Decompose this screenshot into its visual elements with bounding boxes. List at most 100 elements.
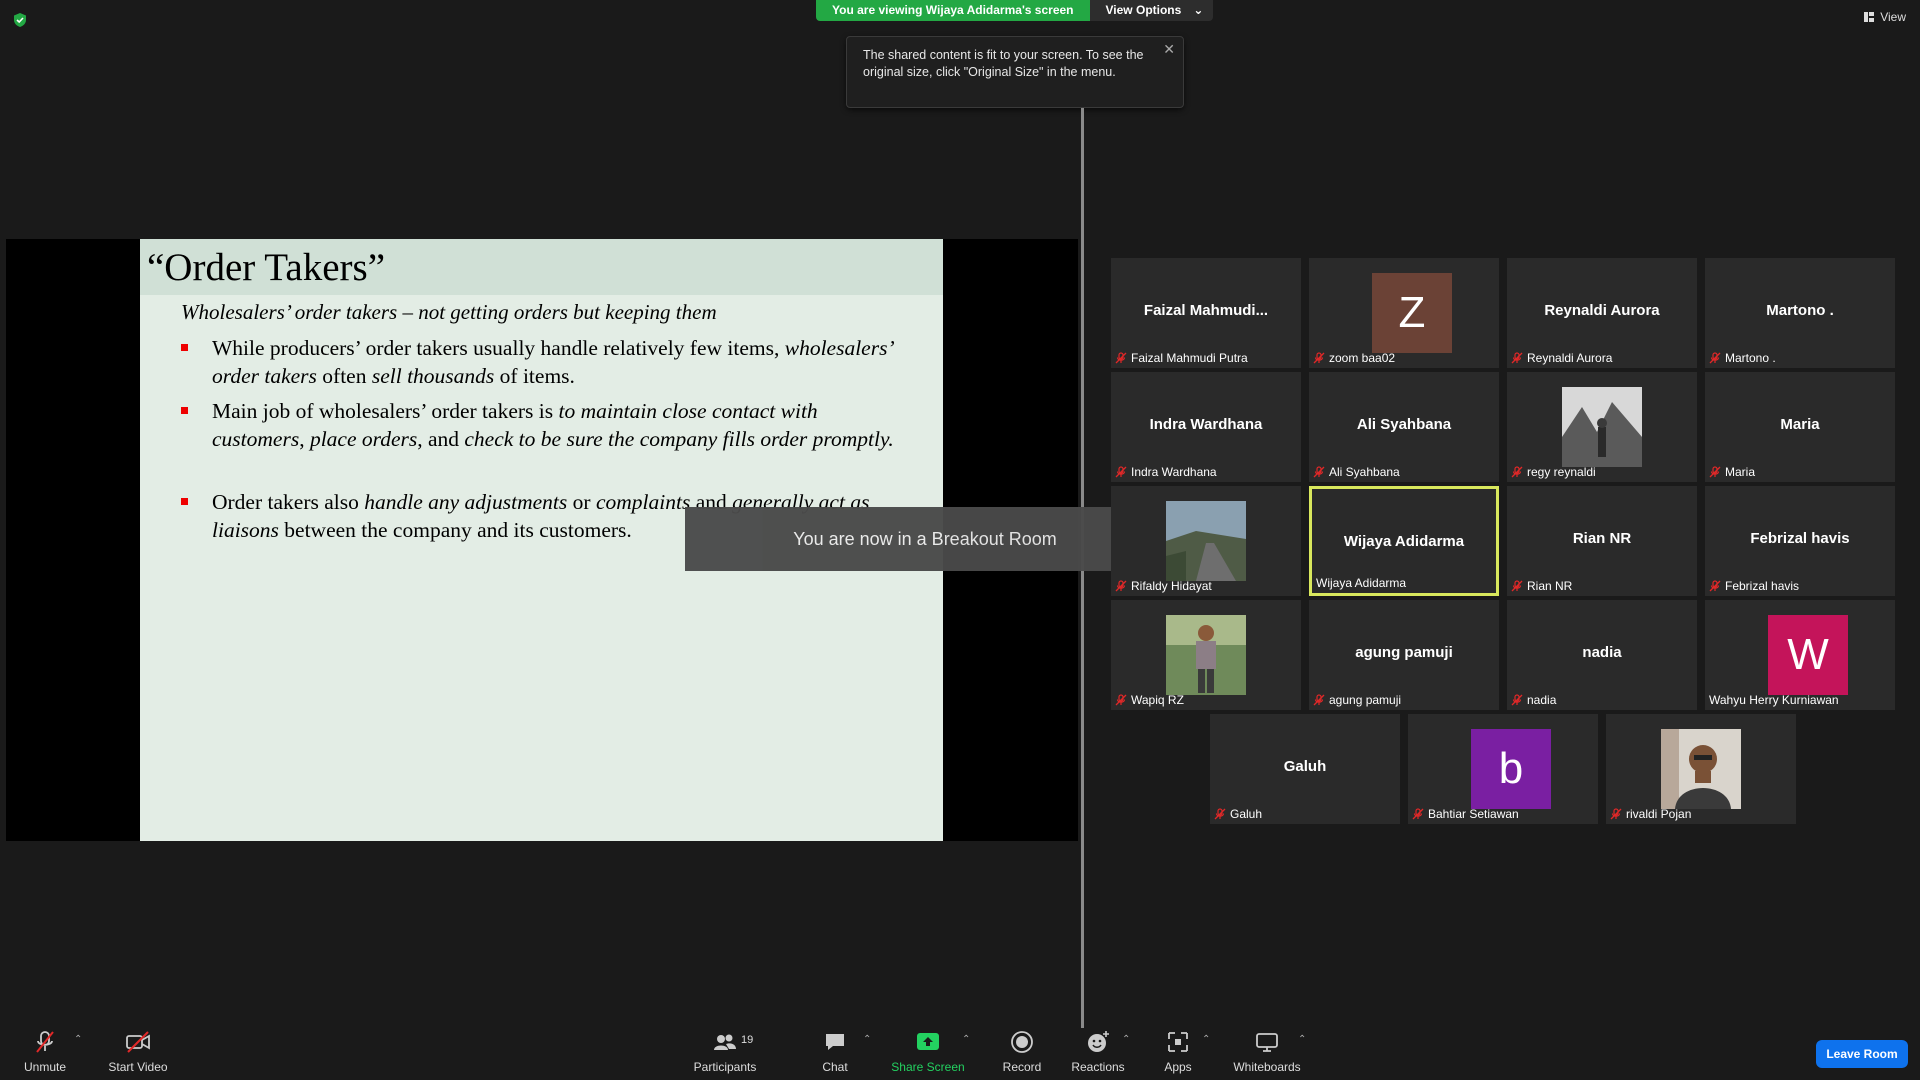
- participant-photo: [1562, 387, 1642, 467]
- participant-display-name: Ali Syahbana: [1356, 416, 1452, 433]
- participant-tile[interactable]: Febrizal havis Febrizal havis: [1705, 486, 1895, 596]
- reactions-button[interactable]: Reactions: [1070, 1020, 1126, 1080]
- chat-options-caret-icon[interactable]: ⌃: [863, 1034, 871, 1045]
- participant-name-label: Rifaldy Hidayat: [1115, 579, 1212, 593]
- participant-tile[interactable]: Rifaldy Hidayat: [1111, 486, 1301, 596]
- mic-off-icon: [36, 1031, 54, 1053]
- participant-name-label: Bahtiar Setiawan: [1412, 807, 1519, 821]
- participant-tile[interactable]: b Bahtiar Setiawan: [1408, 714, 1598, 824]
- mic-off-icon: [1511, 694, 1523, 706]
- chat-button[interactable]: Chat: [815, 1020, 855, 1080]
- participant-name-label: nadia: [1511, 693, 1556, 707]
- apps-caret-icon[interactable]: ⌃: [1202, 1034, 1210, 1045]
- participant-tile[interactable]: Maria Maria: [1705, 372, 1895, 482]
- participant-tile[interactable]: Wapiq RZ: [1111, 600, 1301, 710]
- participant-photo: [1661, 729, 1741, 809]
- mic-off-icon: [1313, 352, 1325, 364]
- participant-name: rivaldi Pojan: [1626, 807, 1692, 821]
- participant-avatar: Z: [1372, 273, 1452, 353]
- mic-off-icon: [1709, 466, 1721, 478]
- participant-tile[interactable]: Faizal Mahmudi... Faizal Mahmudi Putra: [1111, 258, 1301, 368]
- participant-name-label: Wahyu Herry Kurniawan: [1709, 693, 1839, 707]
- unmute-label: Unmute: [23, 1060, 67, 1074]
- share-screen-button[interactable]: Share Screen: [890, 1020, 966, 1080]
- viewing-banner: You are viewing Wijaya Adidarma's screen: [816, 0, 1090, 21]
- view-button[interactable]: View: [1863, 10, 1906, 24]
- participant-photo: [1166, 501, 1246, 581]
- slide-title: “Order Takers”: [147, 246, 385, 289]
- participant-display-name: Galuh: [1283, 758, 1327, 775]
- participant-name-label: Indra Wardhana: [1115, 465, 1217, 479]
- participant-tile[interactable]: Galuh Galuh: [1210, 714, 1400, 824]
- mic-off-icon: [1511, 352, 1523, 364]
- close-icon[interactable]: ✕: [1163, 41, 1175, 58]
- participant-name-label: Febrizal havis: [1709, 579, 1799, 593]
- audio-options-caret-icon[interactable]: ⌃: [74, 1034, 82, 1045]
- participant-name-label: zoom baa02: [1313, 351, 1395, 365]
- participant-name-label: Martono .: [1709, 351, 1776, 365]
- meeting-toolbar: Unmute ⌃ Start Video Participants 19 Cha…: [0, 1020, 1920, 1080]
- mic-off-icon: [1313, 694, 1325, 706]
- participant-tile[interactable]: Indra Wardhana Indra Wardhana: [1111, 372, 1301, 482]
- reactions-icon: [1088, 1031, 1109, 1052]
- participant-name: agung pamuji: [1329, 693, 1402, 707]
- participant-tile[interactable]: rivaldi Pojan: [1606, 714, 1796, 824]
- unmute-button[interactable]: Unmute: [20, 1020, 70, 1080]
- view-label: View: [1880, 10, 1906, 24]
- share-options-caret-icon[interactable]: ⌃: [962, 1034, 970, 1045]
- participant-display-name: Martono .: [1766, 302, 1834, 319]
- participant-tile[interactable]: Wijaya Adidarma Wijaya Adidarma: [1309, 486, 1499, 596]
- chat-icon: [826, 1034, 844, 1050]
- participant-tile[interactable]: Martono . Martono .: [1705, 258, 1895, 368]
- participant-name: Febrizal havis: [1725, 579, 1800, 593]
- record-button[interactable]: Record: [997, 1020, 1047, 1080]
- video-off-icon: [126, 1031, 150, 1053]
- leave-room-button[interactable]: Leave Room: [1816, 1040, 1908, 1068]
- participant-name-label: regy reynaldi: [1511, 465, 1596, 479]
- participant-display-name: Febrizal havis: [1750, 530, 1850, 547]
- mic-off-icon: [1214, 808, 1226, 820]
- participant-name-label: Faizal Mahmudi Putra: [1115, 351, 1248, 365]
- participants-button[interactable]: Participants: [690, 1020, 760, 1080]
- participant-tile[interactable]: W Wahyu Herry Kurniawan: [1705, 600, 1895, 710]
- start-video-button[interactable]: Start Video: [103, 1020, 173, 1080]
- participant-name: nadia: [1527, 693, 1557, 707]
- participant-name-label: Ali Syahbana: [1313, 465, 1400, 479]
- participant-name-label: Reynaldi Aurora: [1511, 351, 1612, 365]
- participant-tile[interactable]: Ali Syahbana Ali Syahbana: [1309, 372, 1499, 482]
- participant-name-label: Wapiq RZ: [1115, 693, 1184, 707]
- participant-display-name: Maria: [1780, 416, 1820, 433]
- record-icon: [1011, 1031, 1033, 1053]
- whiteboard-icon: [1256, 1033, 1278, 1052]
- participant-name: Faizal Mahmudi Putra: [1131, 351, 1248, 365]
- participant-tile[interactable]: agung pamuji agung pamuji: [1309, 600, 1499, 710]
- participant-tile[interactable]: Zzoom baa02: [1309, 258, 1499, 368]
- participant-tile[interactable]: Reynaldi Aurora Reynaldi Aurora: [1507, 258, 1697, 368]
- record-label: Record: [1002, 1060, 1042, 1074]
- whiteboards-button[interactable]: Whiteboards: [1232, 1020, 1302, 1080]
- bullet-text: While producers’ order takers usually ha…: [212, 336, 893, 388]
- participant-display-name: Wijaya Adidarma: [1343, 533, 1465, 550]
- mic-off-icon: [1511, 466, 1523, 478]
- participant-display-name: Rian NR: [1572, 530, 1632, 547]
- participant-name: Martono .: [1725, 351, 1776, 365]
- participant-display-name: Faizal Mahmudi...: [1143, 302, 1269, 319]
- mic-off-icon: [1709, 352, 1721, 364]
- view-options-button[interactable]: View Options ⌄: [1089, 0, 1214, 21]
- share-screen-icon: [917, 1033, 939, 1050]
- mic-off-icon: [1115, 694, 1127, 706]
- mic-off-icon: [1313, 466, 1325, 478]
- participant-name-label: rivaldi Pojan: [1610, 807, 1691, 821]
- view-grid-icon: [1864, 12, 1875, 22]
- participant-tile[interactable]: nadia nadia: [1507, 600, 1697, 710]
- participant-tile[interactable]: Rian NR Rian NR: [1507, 486, 1697, 596]
- mic-off-icon: [1610, 808, 1622, 820]
- apps-button[interactable]: Apps: [1160, 1020, 1196, 1080]
- reactions-caret-icon[interactable]: ⌃: [1122, 1034, 1130, 1045]
- whiteboards-label: Whiteboards: [1233, 1060, 1301, 1074]
- whiteboards-caret-icon[interactable]: ⌃: [1298, 1034, 1306, 1045]
- apps-label: Apps: [1164, 1060, 1192, 1074]
- participant-tile[interactable]: regy reynaldi: [1507, 372, 1697, 482]
- participant-name-label: agung pamuji: [1313, 693, 1401, 707]
- security-shield-icon[interactable]: [12, 12, 28, 28]
